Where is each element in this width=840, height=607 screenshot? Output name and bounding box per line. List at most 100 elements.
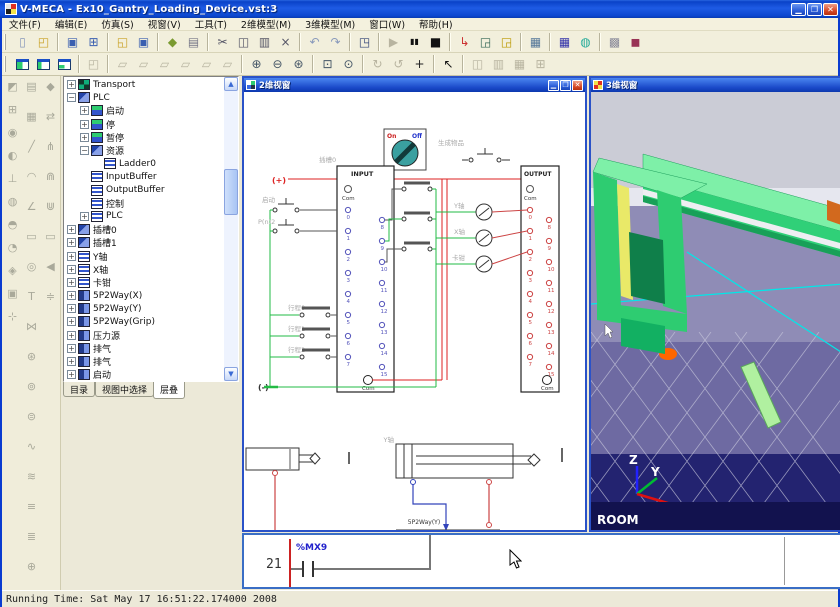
tree-tab-层叠[interactable]: 层叠 (153, 382, 185, 399)
layout-split-button[interactable] (33, 54, 54, 74)
tree-item-PLC[interactable]: +PLC (64, 210, 224, 223)
tree-item-暂停[interactable]: +暂停 (64, 131, 224, 144)
scroll-up-icon[interactable]: ▲ (224, 77, 238, 91)
zoom-window-button[interactable]: ⊡ (317, 54, 338, 74)
pn2-button[interactable] (273, 219, 299, 233)
error-list-button[interactable]: ◲ (496, 32, 517, 52)
delete-button[interactable]: × (275, 32, 296, 52)
tree-item-排气[interactable]: +排气 (64, 342, 224, 355)
tree-item-资源[interactable]: −资源 (64, 144, 224, 157)
paste-button[interactable]: ▥ (254, 32, 275, 52)
view-left-button: ▱ (175, 54, 196, 74)
svg-text:15: 15 (548, 372, 555, 378)
tree-item-控制[interactable]: 控制 (64, 197, 224, 210)
cut-button[interactable]: ✂ (212, 32, 233, 52)
view2d-content[interactable]: (+) 插槽0 On Off 生成物品 (244, 92, 585, 530)
menu-item-6[interactable]: 3维模型(M) (298, 17, 362, 31)
maximize-button[interactable]: ❐ (807, 3, 822, 16)
tree-item-卡钳[interactable]: +卡钳 (64, 276, 224, 289)
tree-item-InputBuffer[interactable]: InputBuffer (64, 170, 224, 183)
close-button[interactable]: ✕ (823, 3, 838, 16)
layout-quad-button[interactable] (54, 54, 75, 74)
grid-settings-button[interactable]: ▩ (604, 32, 625, 52)
menu-item-3[interactable]: 视窗(V) (141, 17, 188, 31)
tree-item-PLC[interactable]: −PLC (64, 91, 224, 104)
tree-item-插槽0[interactable]: +插槽0 (64, 223, 224, 236)
export-model-button[interactable]: ◆ (162, 32, 183, 52)
menu-item-5[interactable]: 2维模型(M) (234, 17, 298, 31)
ladder-strip[interactable]: 21 %MX9 (242, 533, 840, 589)
tree-scrollbar[interactable]: ▲ ▼ (224, 77, 238, 381)
tree-tab-视图中选择[interactable]: 视图中选择 (95, 382, 154, 397)
tree-item-插槽1[interactable]: +插槽1 (64, 236, 224, 249)
cylinder-left[interactable] (246, 448, 320, 530)
tree-item-启动[interactable]: +启动 (64, 104, 224, 117)
redo-button[interactable]: ↷ (325, 32, 346, 52)
open-file-button[interactable]: ◰ (33, 32, 54, 52)
scroll-down-icon[interactable]: ▼ (224, 367, 238, 381)
open-project-button[interactable]: ◱ (112, 32, 133, 52)
menu-item-7[interactable]: 窗口(W) (362, 17, 412, 31)
plc-program-button[interactable]: ◳ (354, 32, 375, 52)
save-all-button[interactable]: ⊞ (83, 32, 104, 52)
stop-button[interactable]: ■ (425, 32, 446, 52)
cylinder-right[interactable]: Y轴 (383, 435, 540, 530)
tree-item-5P2Way(X)[interactable]: +5P2Way(X) (64, 289, 224, 302)
view2d-close-button[interactable]: ✕ (572, 80, 583, 91)
new-file-button[interactable]: ▯ (12, 32, 33, 52)
view3d-content[interactable]: Z Y X ROOM (591, 92, 840, 530)
lamp-button[interactable]: ◍ (575, 32, 596, 52)
start-button[interactable] (273, 198, 299, 212)
menu-item-2[interactable]: 仿真(S) (94, 17, 140, 31)
svg-text:7: 7 (347, 362, 351, 368)
copy-button[interactable]: ◫ (233, 32, 254, 52)
tree-item-启动[interactable]: +启动 (64, 368, 224, 381)
valve-icon (78, 303, 90, 314)
save-project-button[interactable]: ▣ (133, 32, 154, 52)
tree-tab-目录[interactable]: 目录 (63, 382, 95, 397)
tree-item-Transport[interactable]: +Transport (64, 78, 224, 91)
io-table-button[interactable]: ▦ (525, 32, 546, 52)
undo-button[interactable]: ↶ (304, 32, 325, 52)
layout-single-button[interactable] (12, 54, 33, 74)
menu-item-1[interactable]: 编辑(E) (48, 17, 94, 31)
view2d-restore-button[interactable]: ❐ (560, 80, 571, 91)
plc-icon (78, 224, 90, 235)
svg-text:12: 12 (548, 309, 555, 315)
tree-item-停[interactable]: +停 (64, 118, 224, 131)
trace-connection-button[interactable]: ↳ (454, 32, 475, 52)
zoom-out-button[interactable]: ⊖ (267, 54, 288, 74)
zoom-extents-button[interactable]: ⊛ (288, 54, 309, 74)
minimize-button[interactable]: ▁ (791, 3, 806, 16)
view3d-titlebar[interactable]: 3维视窗 (591, 78, 840, 92)
tree-item-排气[interactable]: +排气 (64, 355, 224, 368)
output-coils[interactable]: Y轴 X轴 卡钳 (436, 201, 527, 272)
zoom-in-button[interactable]: ⊕ (246, 54, 267, 74)
select-tool-button[interactable]: ↖ (438, 54, 459, 74)
report-button[interactable]: ◲ (475, 32, 496, 52)
tree-item-5P2Way(Y)[interactable]: +5P2Way(Y) (64, 302, 224, 315)
help-book-button[interactable]: ◼ (625, 32, 646, 52)
tree-item-X轴[interactable]: +X轴 (64, 263, 224, 276)
tree-item-压力源[interactable]: +压力源 (64, 329, 224, 342)
zoom-selected-button[interactable]: ⊙ (338, 54, 359, 74)
menu-item-0[interactable]: 文件(F) (2, 17, 48, 31)
tree-item-Ladder0[interactable]: Ladder0 (64, 157, 224, 170)
view2d-titlebar[interactable]: 2维视窗 ▁ ❐ ✕ (244, 78, 585, 92)
palette-tool-icon-1-15: ≣ (23, 528, 40, 545)
push-button[interactable] (462, 148, 510, 162)
print-button[interactable]: ▤ (183, 32, 204, 52)
save-file-button[interactable]: ▣ (62, 32, 83, 52)
tree-item-Y轴[interactable]: +Y轴 (64, 249, 224, 262)
scroll-thumb[interactable] (224, 169, 238, 215)
menu-item-8[interactable]: 帮助(H) (412, 17, 460, 31)
menu-item-4[interactable]: 工具(T) (188, 17, 234, 31)
rotary-switch[interactable]: On Off (384, 129, 426, 170)
pause-button[interactable]: ▮▮ (404, 32, 425, 52)
view2d-minimize-button[interactable]: ▁ (548, 80, 559, 91)
monitor-table-button[interactable]: ▦ (554, 32, 575, 52)
tree-item-5P2Way(Grip)[interactable]: +5P2Way(Grip) (64, 315, 224, 328)
limit-switches[interactable]: 行程0 行程1 行程2 (270, 303, 337, 359)
tree-item-OutputBuffer[interactable]: OutputBuffer (64, 184, 224, 197)
pan-view-button[interactable]: + (409, 54, 430, 74)
